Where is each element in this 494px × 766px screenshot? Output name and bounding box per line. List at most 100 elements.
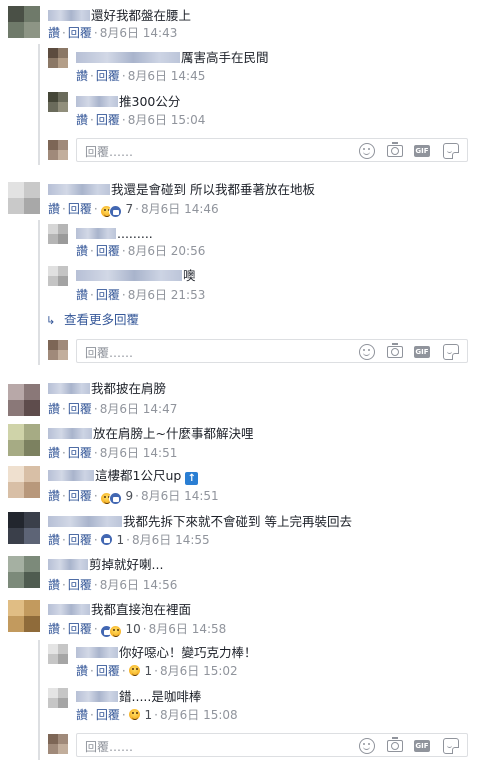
blurred-author-name[interactable] <box>48 10 90 21</box>
timestamp[interactable]: 8月6日 14:47 <box>100 402 178 416</box>
avatar[interactable] <box>8 512 40 544</box>
camera-icon[interactable] <box>387 142 403 157</box>
gif-icon[interactable]: GIF <box>414 346 430 358</box>
avatar[interactable] <box>8 556 40 588</box>
haha-reaction-icon <box>108 625 122 638</box>
reaction-count[interactable]: 7 <box>126 202 134 216</box>
timestamp[interactable]: 8月6日 14:56 <box>100 578 178 592</box>
reply-link[interactable]: 回覆 <box>68 202 92 216</box>
reply-input[interactable]: 回覆…… GIF <box>76 733 468 757</box>
blurred-author-name[interactable] <box>76 228 116 239</box>
blurred-author-name[interactable] <box>48 184 110 195</box>
timestamp[interactable]: 8月6日 14:58 <box>149 622 227 636</box>
timestamp[interactable]: 8月6日 14:51 <box>141 489 219 503</box>
blurred-author-name[interactable] <box>76 691 118 702</box>
blurred-author-name[interactable] <box>76 96 118 107</box>
avatar[interactable] <box>8 6 40 38</box>
timestamp[interactable]: 8月6日 14:43 <box>100 26 178 40</box>
timestamp[interactable]: 8月6日 14:45 <box>128 69 206 83</box>
reply-link[interactable]: 回覆 <box>96 113 120 127</box>
reply-link[interactable]: 回覆 <box>96 244 120 258</box>
timestamp[interactable]: 8月6日 14:55 <box>132 533 210 547</box>
like-link[interactable]: 讚 <box>48 533 60 547</box>
reply-link[interactable]: 回覆 <box>96 288 120 302</box>
gif-icon[interactable]: GIF <box>414 145 430 157</box>
avatar[interactable] <box>48 48 68 68</box>
blurred-author-name[interactable] <box>76 270 182 281</box>
reply-link[interactable]: 回覆 <box>96 708 120 722</box>
avatar[interactable] <box>48 688 68 708</box>
sticker-icon[interactable] <box>443 143 459 159</box>
like-link[interactable]: 讚 <box>48 489 60 503</box>
blurred-author-name[interactable] <box>76 52 180 63</box>
timestamp[interactable]: 8月6日 20:56 <box>128 244 206 258</box>
avatar[interactable] <box>8 466 40 498</box>
reaction-count[interactable]: 10 <box>126 622 141 636</box>
like-link[interactable]: 讚 <box>76 288 88 302</box>
reply-link[interactable]: 回覆 <box>96 69 120 83</box>
reply-input[interactable]: 回覆…… GIF <box>76 138 468 162</box>
reply-link[interactable]: 回覆 <box>68 622 92 636</box>
emoji-icon[interactable] <box>359 143 375 159</box>
reply-input[interactable]: 回覆…… GIF <box>76 339 468 363</box>
reply-link[interactable]: 回覆 <box>68 578 92 592</box>
blurred-author-name[interactable] <box>76 647 118 658</box>
like-reaction-icon[interactable] <box>99 533 113 546</box>
blurred-author-name[interactable] <box>48 383 90 394</box>
avatar[interactable] <box>8 384 40 416</box>
avatar[interactable] <box>48 266 68 286</box>
timestamp[interactable]: 8月6日 15:02 <box>160 664 238 678</box>
reply-link[interactable]: 回覆 <box>68 402 92 416</box>
avatar[interactable] <box>8 600 40 632</box>
timestamp[interactable]: 8月6日 14:51 <box>100 446 178 460</box>
reaction-count[interactable]: 1 <box>145 708 153 722</box>
reply-link[interactable]: 回覆 <box>68 533 92 547</box>
like-link[interactable]: 讚 <box>48 578 60 592</box>
reaction-icons[interactable] <box>99 624 122 638</box>
reaction-count[interactable]: 9 <box>126 489 134 503</box>
like-link[interactable]: 讚 <box>76 664 88 678</box>
like-link[interactable]: 讚 <box>48 446 60 460</box>
blurred-author-name[interactable] <box>48 559 88 570</box>
reaction-icons[interactable] <box>99 491 122 505</box>
haha-reaction-icon[interactable] <box>127 708 141 721</box>
avatar[interactable] <box>48 644 68 664</box>
blurred-author-name[interactable] <box>48 516 122 527</box>
avatar[interactable] <box>48 92 68 112</box>
reply-link[interactable]: 回覆 <box>68 446 92 460</box>
like-link[interactable]: 讚 <box>48 622 60 636</box>
avatar[interactable] <box>8 182 40 214</box>
reply-link[interactable]: 回覆 <box>68 489 92 503</box>
reply-link[interactable]: 回覆 <box>96 664 120 678</box>
timestamp[interactable]: 8月6日 15:04 <box>128 113 206 127</box>
emoji-icon[interactable] <box>359 738 375 754</box>
timestamp[interactable]: 8月6日 15:08 <box>160 708 238 722</box>
blurred-author-name[interactable] <box>48 470 94 481</box>
like-link[interactable]: 讚 <box>76 113 88 127</box>
blurred-author-name[interactable] <box>48 604 90 615</box>
sticker-icon[interactable] <box>443 738 459 754</box>
like-link[interactable]: 讚 <box>76 708 88 722</box>
reaction-count[interactable]: 1 <box>117 533 125 547</box>
avatar[interactable] <box>48 224 68 244</box>
reaction-count[interactable]: 1 <box>145 664 153 678</box>
avatar[interactable] <box>8 424 40 456</box>
like-link[interactable]: 讚 <box>76 244 88 258</box>
timestamp[interactable]: 8月6日 21:53 <box>128 288 206 302</box>
gif-icon[interactable]: GIF <box>414 740 430 752</box>
reaction-icons[interactable] <box>99 204 122 218</box>
like-link[interactable]: 讚 <box>48 402 60 416</box>
camera-icon[interactable] <box>387 343 403 358</box>
sticker-icon[interactable] <box>443 344 459 360</box>
like-link[interactable]: 讚 <box>48 26 60 40</box>
emoji-icon[interactable] <box>359 344 375 360</box>
timestamp[interactable]: 8月6日 14:46 <box>141 202 219 216</box>
like-link[interactable]: 讚 <box>48 202 60 216</box>
camera-icon[interactable] <box>387 737 403 752</box>
blurred-author-name[interactable] <box>48 428 92 439</box>
reply-link[interactable]: 回覆 <box>68 26 92 40</box>
reply-thread-line <box>38 220 40 365</box>
view-more-replies-link[interactable]: ↳ 查看更多回覆 <box>46 309 139 328</box>
like-link[interactable]: 讚 <box>76 69 88 83</box>
haha-reaction-icon[interactable] <box>127 664 141 677</box>
